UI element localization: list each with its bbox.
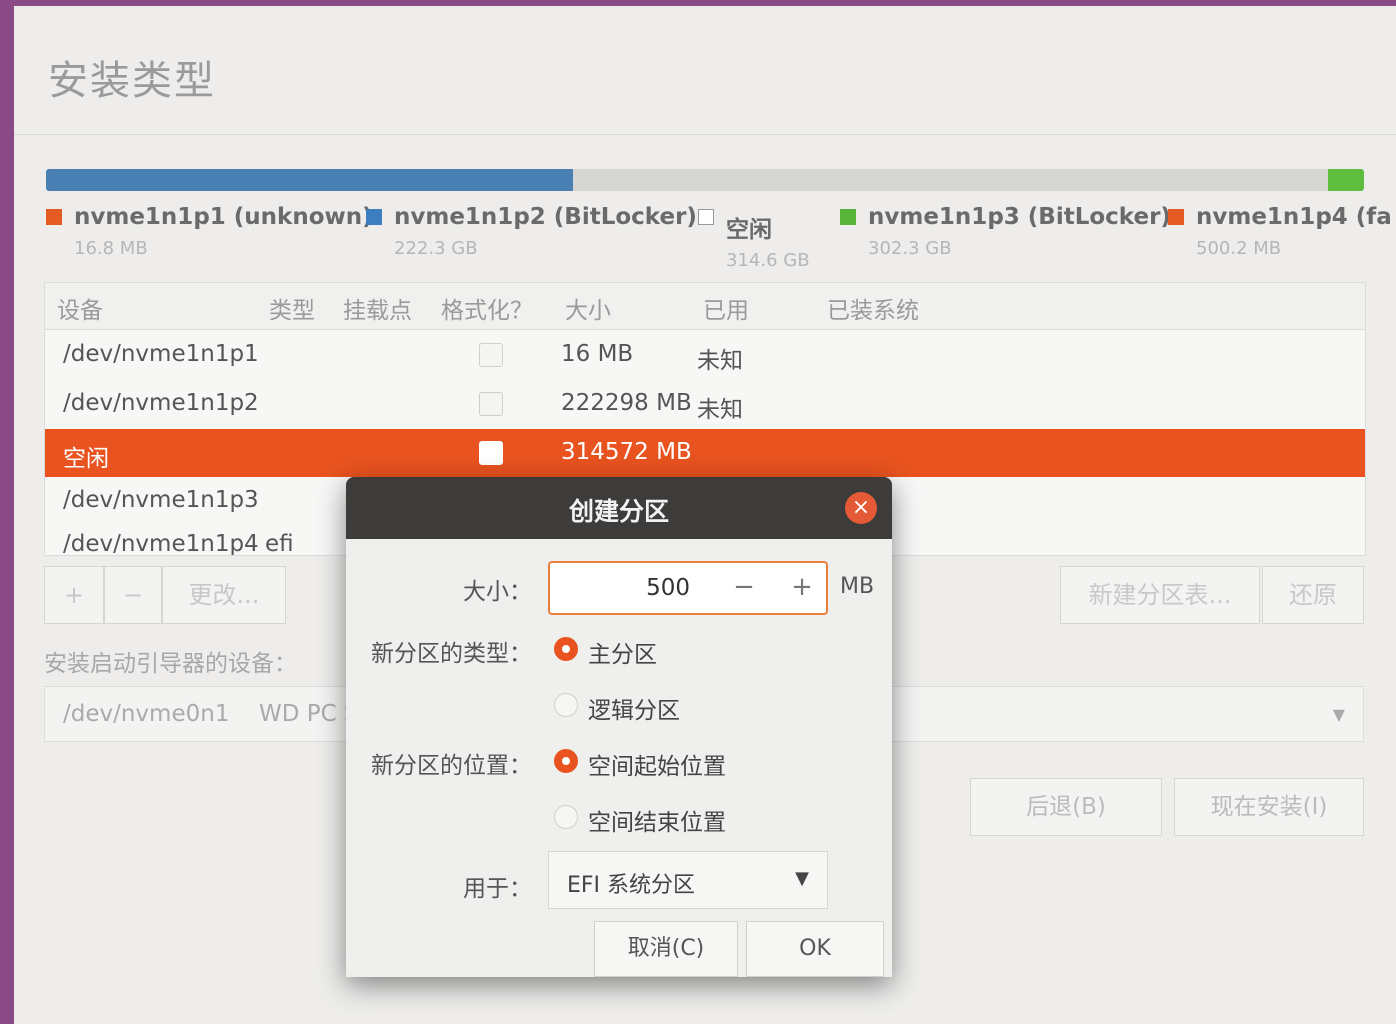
radio-primary[interactable] <box>554 637 578 661</box>
radio-logical-label[interactable]: 逻辑分区 <box>588 691 680 725</box>
format-checkbox[interactable] <box>479 343 503 367</box>
disk-usage-bar <box>46 169 1364 191</box>
legend-size: 16.8 MB <box>74 238 148 259</box>
cell-device: /dev/nvme1n1p1 <box>63 341 259 367</box>
legend-name: nvme1n1p3 (BitLocker) <box>868 204 1171 230</box>
header-used[interactable]: 已用 <box>703 291 749 325</box>
table-header: 设备 类型 挂载点 格式化？ 大小 已用 已装系统 <box>45 283 1365 330</box>
radio-location-start[interactable] <box>554 749 578 773</box>
create-partition-dialog: 创建分区 × 大小： 500 − + MB 新分区的类型： 主分区 逻辑分区 新… <box>346 477 892 977</box>
legend-name: 空闲 <box>726 217 772 243</box>
header-system[interactable]: 已装系统 <box>827 291 919 325</box>
cell-size: 314572 MB <box>561 439 692 465</box>
cancel-button[interactable]: 取消(C) <box>594 921 738 977</box>
partition-location-label: 新分区的位置： <box>371 753 532 779</box>
disk-bar-segment-used <box>46 169 574 191</box>
disk-bar-segment-p3 <box>1328 169 1364 191</box>
legend-size: 302.3 GB <box>868 238 952 259</box>
radio-location-end[interactable] <box>554 805 578 829</box>
new-partition-table-button[interactable]: 新建分区表... <box>1060 566 1260 624</box>
ok-button[interactable]: OK <box>746 921 884 977</box>
chevron-down-icon: ▼ <box>1332 705 1345 724</box>
boot-device-path: /dev/nvme0n1 <box>63 701 230 727</box>
table-row[interactable]: /dev/nvme1n1p1 16 MB 未知 <box>45 331 1365 379</box>
table-row-selected[interactable]: 空闲 314572 MB <box>45 429 1365 477</box>
back-button[interactable]: 后退(B) <box>970 778 1162 836</box>
use-as-value: EFI 系统分区 <box>567 873 696 898</box>
legend-name: nvme1n1p2 (BitLocker) <box>394 204 697 230</box>
format-checkbox[interactable] <box>479 441 503 465</box>
cell-used: 未知 <box>697 397 743 423</box>
decrement-button[interactable]: − <box>722 571 766 605</box>
chevron-down-icon: ▼ <box>795 868 809 889</box>
install-now-button[interactable]: 现在安装(I) <box>1174 778 1364 836</box>
legend-swatch <box>46 209 62 225</box>
dialog-title: 创建分区 <box>568 497 669 526</box>
header-device[interactable]: 设备 <box>57 291 103 325</box>
legend-swatch <box>698 209 714 225</box>
add-partition-button[interactable]: + <box>44 566 104 624</box>
cell-type: efi <box>265 531 294 556</box>
format-checkbox[interactable] <box>479 392 503 416</box>
cell-used: 未知 <box>697 348 743 374</box>
header-type[interactable]: 类型 <box>269 291 315 325</box>
use-as-select[interactable]: EFI 系统分区 ▼ <box>548 851 828 909</box>
header-mount[interactable]: 挂载点 <box>343 291 412 325</box>
legend-swatch <box>1168 209 1184 225</box>
disk-bar-segment-free <box>573 169 1329 191</box>
radio-location-start-label[interactable]: 空间起始位置 <box>588 747 726 781</box>
size-spinbox[interactable]: 500 − + <box>548 561 828 615</box>
page-title: 安装类型 <box>48 58 216 104</box>
boot-device-model: WD PC S <box>259 701 359 727</box>
table-row[interactable]: /dev/nvme1n1p2 222298 MB 未知 <box>45 380 1365 428</box>
remove-partition-button[interactable]: − <box>104 566 162 624</box>
cell-device: 空闲 <box>63 446 109 472</box>
legend-size: 314.6 GB <box>726 250 810 271</box>
cell-device: /dev/nvme1n1p4 <box>63 531 259 556</box>
cell-device: /dev/nvme1n1p3 <box>63 487 259 513</box>
change-partition-button[interactable]: 更改... <box>162 566 286 624</box>
legend-size: 222.3 GB <box>394 238 478 259</box>
dialog-titlebar: 创建分区 × <box>346 477 892 539</box>
legend-name: nvme1n1p1 (unknown) <box>74 204 373 230</box>
legend-size: 500.2 MB <box>1196 238 1282 259</box>
size-label: 大小： <box>463 579 532 605</box>
revert-button[interactable]: 还原 <box>1262 566 1364 624</box>
title-divider <box>14 134 1396 135</box>
header-size[interactable]: 大小 <box>565 291 611 325</box>
partition-type-label: 新分区的类型： <box>371 641 532 667</box>
size-unit: MB <box>840 574 875 599</box>
legend-name: nvme1n1p4 (fa <box>1196 204 1392 230</box>
legend-swatch <box>840 209 856 225</box>
cell-size: 16 MB <box>561 341 634 367</box>
boot-device-label: 安装启动引导器的设备： <box>44 651 297 677</box>
radio-primary-label[interactable]: 主分区 <box>588 635 657 669</box>
radio-location-end-label[interactable]: 空间结束位置 <box>588 803 726 837</box>
legend-swatch <box>366 209 382 225</box>
header-format[interactable]: 格式化？ <box>441 291 533 325</box>
cell-device: /dev/nvme1n1p2 <box>63 390 259 416</box>
size-input[interactable]: 500 <box>550 575 690 601</box>
cell-size: 222298 MB <box>561 390 692 416</box>
increment-button[interactable]: + <box>780 571 824 605</box>
use-as-label: 用于： <box>463 876 532 902</box>
radio-logical[interactable] <box>554 693 578 717</box>
close-icon[interactable]: × <box>845 492 877 524</box>
